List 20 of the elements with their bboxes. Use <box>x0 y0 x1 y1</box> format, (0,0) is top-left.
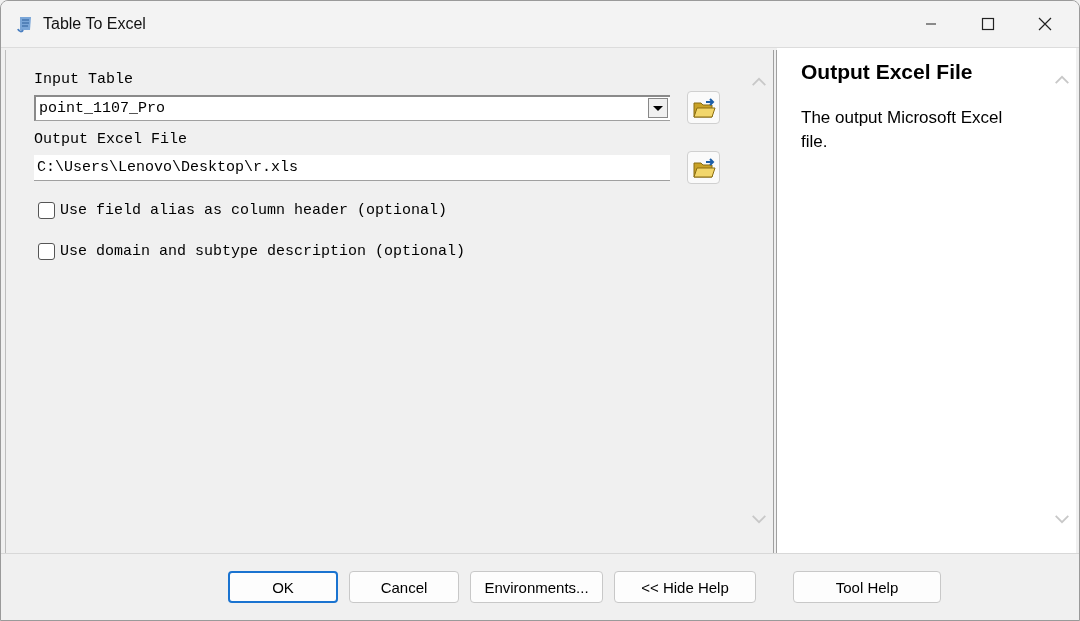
checkbox-label: Use domain and subtype description (optional) <box>60 243 466 260</box>
browse-button[interactable] <box>687 151 720 184</box>
help-text: The output Microsoft Excel file. <box>801 107 1004 153</box>
window-title: Table To Excel <box>43 15 146 33</box>
dialog-button[interactable]: Cancel <box>349 571 459 603</box>
browse-button[interactable] <box>687 91 720 124</box>
checkbox[interactable] <box>38 243 55 260</box>
dialog-button[interactable]: Tool Help <box>793 571 941 603</box>
checkbox-label: Use field alias as column header (optional) <box>60 202 448 219</box>
help-title: Output Excel File <box>801 60 974 84</box>
dialog-button[interactable]: Environments... <box>470 571 603 603</box>
field-label: Output Excel File <box>34 131 189 148</box>
checkbox[interactable] <box>38 202 55 219</box>
field-label: Input Table <box>34 71 135 88</box>
dialog-button[interactable]: OK <box>228 571 338 603</box>
path-field[interactable]: C:\Users\Lenovo\Desktop\r.xls <box>34 154 670 181</box>
folder-icon <box>691 156 716 179</box>
dropdown-field[interactable]: point_1107_Pro <box>34 94 670 121</box>
folder-icon <box>691 96 716 119</box>
dialog-button[interactable]: << Hide Help <box>614 571 756 603</box>
